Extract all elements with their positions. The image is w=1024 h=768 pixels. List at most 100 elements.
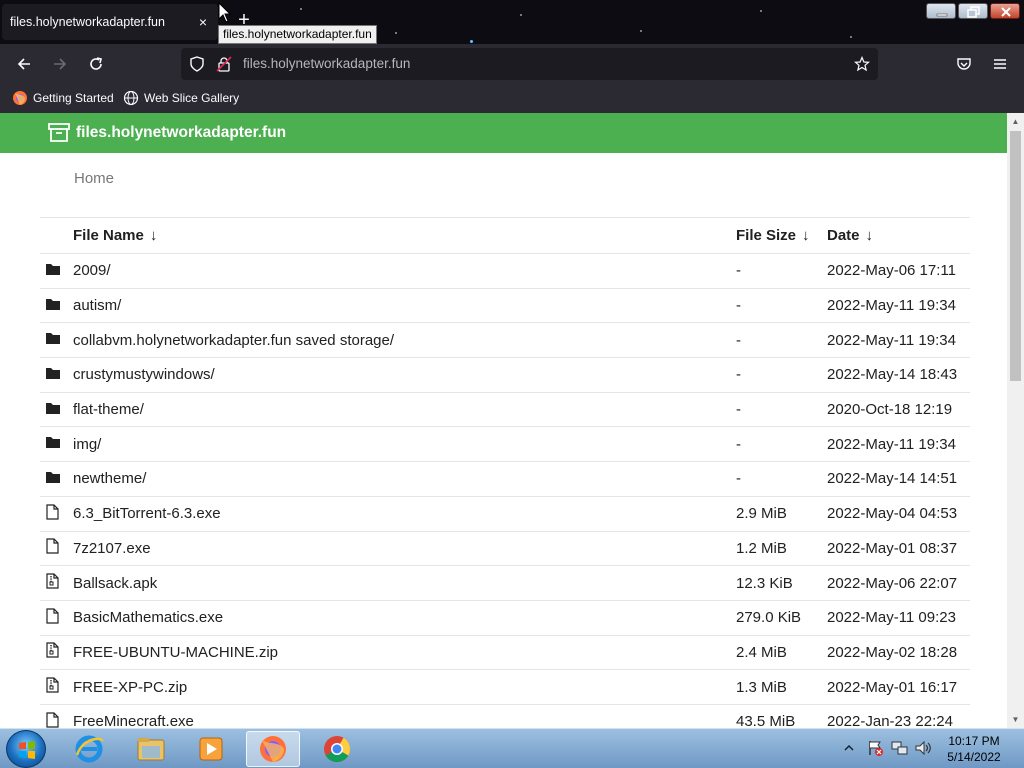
page-scrollbar[interactable]: ▲ ▼	[1007, 113, 1024, 728]
row-icon-cell	[40, 426, 73, 463]
file-explorer-icon	[137, 738, 165, 761]
file-name-link[interactable]: Ballsack.apk	[73, 565, 736, 601]
bookmark-web-slice-gallery[interactable]: Web Slice Gallery	[123, 90, 239, 106]
bookmark-label: Getting Started	[33, 91, 114, 105]
file-size: 43.5 MiB	[736, 704, 827, 728]
window-restore-button[interactable]	[958, 3, 988, 19]
insecure-lock-icon[interactable]	[216, 56, 232, 72]
file-name-link[interactable]: BasicMathematics.exe	[73, 600, 736, 636]
scroll-down-arrow-icon[interactable]: ▼	[1007, 711, 1024, 728]
file-size: 2.9 MiB	[736, 496, 827, 532]
minimize-icon	[936, 13, 948, 17]
globe-icon	[123, 90, 139, 106]
file-name-link[interactable]: autism/	[73, 288, 736, 324]
table-row[interactable]: 6.3_BitTorrent-6.3.exe 2.9 MiB 2022-May-04…	[40, 496, 970, 532]
media-player-icon	[199, 737, 223, 761]
file-name-link[interactable]: 2009/	[73, 253, 736, 289]
table-row[interactable]: 7z2107.exe 1.2 MiB 2022-May-01 08:37	[40, 531, 970, 567]
back-button[interactable]	[10, 50, 38, 78]
forward-arrow-icon	[54, 58, 67, 70]
table-row[interactable]: FreeMinecraft.exe 43.5 MiB 2022-Jan-23 22:…	[40, 704, 970, 728]
table-row[interactable]: newtheme/-2022-May-14 14:51	[40, 461, 970, 497]
shield-icon[interactable]	[189, 56, 205, 72]
row-icon-cell	[40, 461, 73, 497]
action-center-flag-icon[interactable]	[866, 739, 884, 757]
taskbar-clock[interactable]: 10:17 PM 5/14/2022	[930, 733, 1018, 765]
file-name-link[interactable]: FreeMinecraft.exe	[73, 704, 736, 728]
site-title[interactable]: files.holynetworkadapter.fun	[76, 124, 286, 142]
table-row[interactable]: FREE-UBUNTU-MACHINE.zip 2.4 MiB 2022-May-0…	[40, 635, 970, 671]
row-icon-cell	[40, 600, 73, 636]
breadcrumb-home[interactable]: Home	[74, 170, 114, 187]
bookmark-getting-started[interactable]: Getting Started	[12, 90, 114, 106]
taskbar-chrome[interactable]	[310, 731, 364, 767]
sort-by-name-header[interactable]: File Name ↓	[73, 217, 736, 254]
archive-file-icon	[45, 677, 59, 697]
table-row[interactable]: 2009/-2022-May-06 17:11	[40, 253, 970, 289]
table-row[interactable]: collabvm.holynetworkadapter.fun saved st…	[40, 322, 970, 359]
file-name-link[interactable]: 7z2107.exe	[73, 531, 736, 567]
table-row[interactable]: crustymustywindows/-2022-May-14 18:43	[40, 357, 970, 393]
scroll-thumb[interactable]	[1010, 131, 1021, 381]
file-name-link[interactable]: newtheme/	[73, 461, 736, 497]
taskbar-firefox[interactable]	[246, 731, 300, 767]
file-size: 12.3 KiB	[736, 565, 827, 601]
file-name-link[interactable]: collabvm.holynetworkadapter.fun saved st…	[73, 322, 736, 359]
folder-icon	[45, 402, 61, 419]
file-size: -	[736, 288, 827, 324]
row-icon-cell	[40, 531, 73, 567]
windows-taskbar: 10:17 PM 5/14/2022	[0, 728, 1024, 768]
folder-icon	[45, 298, 61, 315]
file-listing-table: File Name ↓ File Size ↓ Date ↓ 2009/-2022-M…	[40, 217, 970, 728]
header-label: File Size	[736, 227, 797, 244]
file-name-link[interactable]: flat-theme/	[73, 392, 736, 428]
file-date: 2022-May-01 16:17	[827, 669, 970, 705]
file-size: -	[736, 461, 827, 497]
header-label: File Name	[73, 227, 144, 244]
file-name-link[interactable]: img/	[73, 426, 736, 463]
clock-date: 5/14/2022	[947, 750, 1001, 764]
reload-button[interactable]	[82, 50, 110, 78]
bookmark-star-icon[interactable]	[854, 56, 870, 72]
row-icon-cell	[40, 669, 73, 705]
file-date: 2022-May-04 04:53	[827, 496, 970, 532]
tab-active[interactable]: files.holynetworkadapter.fun ×	[2, 4, 218, 40]
show-hidden-icons-arrow-icon[interactable]	[842, 741, 856, 755]
table-row[interactable]: flat-theme/-2020-Oct-18 12:19	[40, 392, 970, 428]
file-name-link[interactable]: FREE-UBUNTU-MACHINE.zip	[73, 635, 736, 671]
sort-arrow-icon: ↓	[802, 227, 810, 244]
url-bar[interactable]: files.holynetworkadapter.fun	[181, 48, 878, 80]
pocket-button[interactable]	[950, 50, 978, 78]
window-minimize-button[interactable]	[926, 3, 956, 19]
hamburger-menu-icon	[994, 59, 1006, 69]
file-size: -	[736, 426, 827, 463]
table-row[interactable]: autism/-2022-May-11 19:34	[40, 288, 970, 324]
sort-by-date-header[interactable]: Date ↓	[827, 217, 970, 254]
table-row[interactable]: FREE-XP-PC.zip 1.3 MiB 2022-May-01 16:17	[40, 669, 970, 705]
app-menu-button[interactable]	[986, 50, 1014, 78]
taskbar-file-explorer[interactable]	[124, 731, 178, 767]
url-text[interactable]: files.holynetworkadapter.fun	[243, 56, 410, 71]
scroll-up-arrow-icon[interactable]: ▲	[1007, 113, 1024, 130]
file-name-link[interactable]: FREE-XP-PC.zip	[73, 669, 736, 705]
window-close-button[interactable]	[990, 3, 1020, 19]
mouse-cursor-icon	[218, 2, 232, 23]
file-name-link[interactable]: crustymustywindows/	[73, 357, 736, 393]
nav-bar: files.holynetworkadapter.fun	[0, 44, 1024, 84]
file-name-link[interactable]: 6.3_BitTorrent-6.3.exe	[73, 496, 736, 532]
file-size: -	[736, 392, 827, 428]
bookmarks-toolbar: Getting Started Web Slice Gallery	[0, 84, 1024, 113]
start-button[interactable]	[6, 730, 46, 768]
archive-file-icon	[45, 642, 59, 662]
tab-close-icon[interactable]: ×	[196, 14, 210, 30]
taskbar-media-player[interactable]	[184, 731, 238, 767]
table-row[interactable]: BasicMathematics.exe 279.0 KiB 2022-May-11…	[40, 600, 970, 636]
file-size: -	[736, 357, 827, 393]
table-row[interactable]: img/-2022-May-11 19:34	[40, 426, 970, 463]
sort-by-size-header[interactable]: File Size ↓	[736, 217, 827, 254]
taskbar-internet-explorer[interactable]	[62, 731, 116, 767]
browser-chrome: files.holynetworkadapter.fun × + files.h…	[0, 0, 1024, 113]
network-icon[interactable]	[890, 739, 908, 757]
forward-button[interactable]	[46, 50, 74, 78]
table-row[interactable]: Ballsack.apk 12.3 KiB 2022-May-06 22:07	[40, 565, 970, 601]
